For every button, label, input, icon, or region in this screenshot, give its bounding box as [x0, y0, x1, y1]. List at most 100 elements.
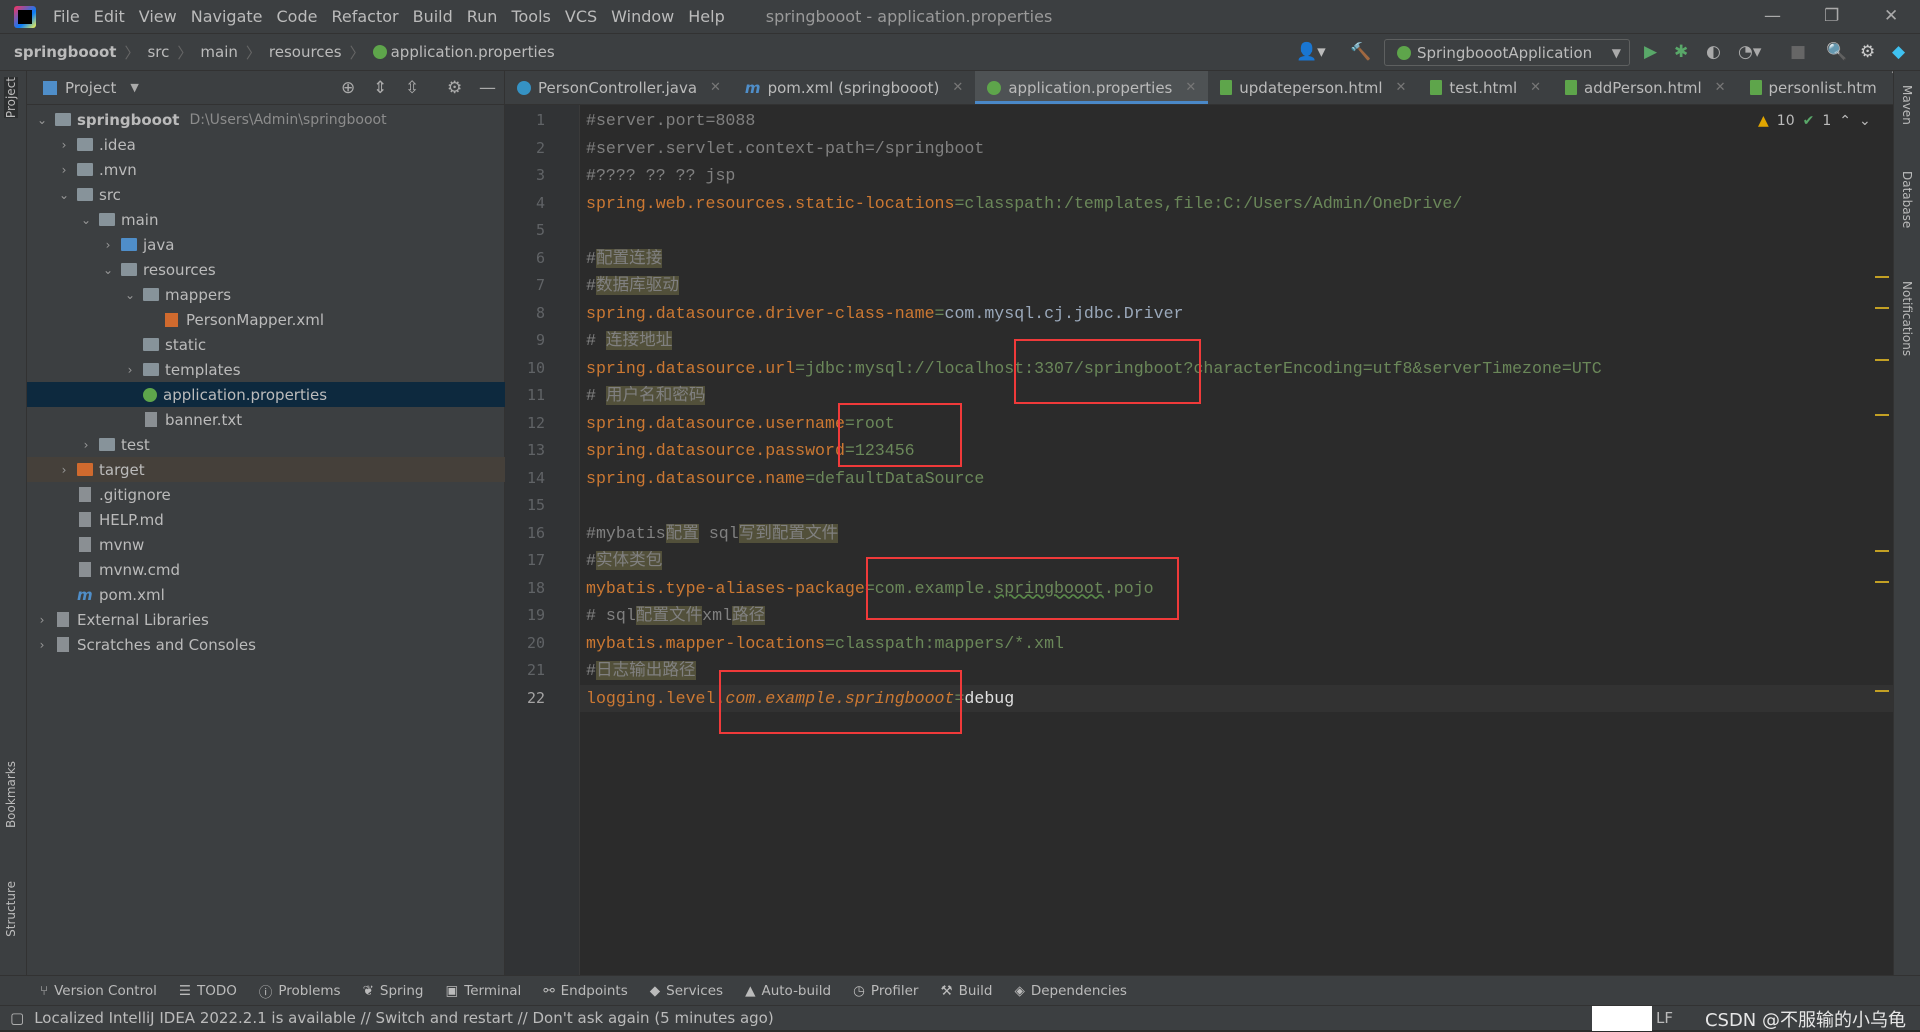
project-tool-button[interactable]: Project — [4, 77, 18, 119]
code-line[interactable]: #数据库驱动 — [586, 272, 679, 299]
code-line[interactable]: spring.datasource.driver-class-name=com.… — [586, 300, 1184, 327]
next-highlight-icon[interactable]: ⌄ — [1859, 113, 1871, 129]
expand-all-icon[interactable]: ⇕ — [373, 78, 387, 98]
close-tab-icon[interactable]: ✕ — [952, 80, 963, 95]
chevron-down-icon[interactable]: ▼ — [130, 81, 138, 94]
tree-item[interactable]: banner.txt — [27, 407, 505, 432]
code-line[interactable]: #配置连接 — [586, 245, 663, 272]
breadcrumb-src[interactable]: src — [147, 43, 169, 61]
editor-tab[interactable]: test.html ✕ — [1418, 71, 1553, 104]
close-tab-icon[interactable]: ✕ — [1185, 80, 1196, 95]
warning-stripe-marker[interactable] — [1875, 414, 1889, 416]
warning-stripe-marker[interactable] — [1875, 550, 1889, 552]
jetbrains-toolbox-icon[interactable]: ◆ — [1892, 42, 1905, 62]
tool-window-terminal[interactable]: ▣ Terminal — [445, 983, 521, 999]
editor-tab[interactable]: application.properties ✕ — [975, 71, 1209, 104]
tree-item[interactable]: ⌄ mappers — [27, 282, 505, 307]
warning-stripe-marker[interactable] — [1875, 690, 1889, 692]
close-tab-icon[interactable]: ✕ — [1530, 80, 1541, 95]
tree-item[interactable]: ⌄ main — [27, 207, 505, 232]
coverage-icon[interactable]: ◐ — [1706, 42, 1721, 62]
breadcrumb-resources[interactable]: resources — [269, 43, 342, 61]
search-icon[interactable]: 🔍 — [1826, 42, 1847, 62]
tool-window-services[interactable]: ◆ Services — [650, 983, 723, 999]
menu-build[interactable]: Build — [406, 7, 460, 26]
chevron-right-icon[interactable]: › — [79, 438, 93, 452]
editor-tab[interactable]: personlist.htm — [1738, 71, 1889, 104]
project-view-selector[interactable]: Project — [65, 79, 116, 97]
breadcrumb-file[interactable]: application.properties — [391, 43, 555, 61]
chevron-down-icon[interactable]: ⌄ — [57, 188, 71, 202]
tree-item[interactable]: .gitignore — [27, 482, 505, 507]
menu-refactor[interactable]: Refactor — [324, 7, 405, 26]
menu-vcs[interactable]: VCS — [558, 7, 604, 26]
tree-item[interactable]: › target — [27, 457, 505, 482]
previous-highlight-icon[interactable]: ⌃ — [1839, 113, 1851, 129]
status-message[interactable]: Localized IntelliJ IDEA 2022.2.1 is avai… — [34, 1009, 774, 1027]
menu-code[interactable]: Code — [270, 7, 325, 26]
menu-file[interactable]: File — [46, 7, 87, 26]
structure-tool-button[interactable]: Structure — [4, 881, 18, 937]
tool-window-build[interactable]: ⚒ Build — [940, 983, 992, 999]
debug-icon[interactable]: ✱ — [1674, 42, 1688, 62]
run-configuration-dropdown[interactable]: SpringboootApplication ▼ — [1384, 39, 1630, 66]
code-line[interactable]: #日志输出路径 — [586, 657, 696, 684]
tree-item[interactable]: HELP.md — [27, 507, 505, 532]
tree-item[interactable]: mvnw — [27, 532, 505, 557]
maven-tool-button[interactable]: Maven — [1900, 85, 1914, 125]
warning-stripe-marker[interactable] — [1875, 276, 1889, 278]
breadcrumb-project[interactable]: springbooot — [14, 43, 116, 61]
chevron-right-icon[interactable]: › — [57, 138, 71, 152]
editor-tab[interactable]: PersonController.java ✕ — [505, 71, 733, 104]
tool-window-spring[interactable]: ❦ Spring — [363, 983, 424, 999]
close-tab-icon[interactable]: ✕ — [710, 80, 721, 95]
code-line[interactable]: mybatis.mapper-locations=classpath:mappe… — [586, 630, 1064, 657]
tool-window-profiler[interactable]: ◷ Profiler — [853, 983, 918, 999]
tree-item[interactable]: › External Libraries — [27, 607, 505, 632]
tool-window-version-control[interactable]: ⑂ Version Control — [40, 983, 157, 999]
editor-tab[interactable]: updateperson.html ✕ — [1208, 71, 1418, 104]
code-editor[interactable]: #server.port=8088 #server.servlet.context… — [580, 105, 1893, 975]
chevron-down-icon[interactable]: ⌄ — [101, 263, 115, 277]
tree-item[interactable]: mvnw.cmd — [27, 557, 505, 582]
code-line[interactable]: #???? ?? ?? jsp — [586, 162, 735, 189]
profile-icon[interactable]: ◔▾ — [1738, 42, 1761, 62]
close-tab-icon[interactable]: ✕ — [1395, 80, 1406, 95]
code-line[interactable]: spring.datasource.name=defaultDataSource — [586, 465, 984, 492]
database-tool-button[interactable]: Database — [1900, 171, 1914, 228]
chevron-right-icon[interactable]: › — [57, 163, 71, 177]
bookmarks-tool-button[interactable]: Bookmarks — [4, 761, 18, 828]
breadcrumb-main[interactable]: main — [200, 43, 237, 61]
run-icon[interactable]: ▶ — [1644, 42, 1657, 62]
settings-gear-icon[interactable]: ⚙ — [447, 78, 462, 98]
chevron-right-icon[interactable]: › — [57, 463, 71, 477]
close-button[interactable]: ✕ — [1884, 6, 1898, 26]
menu-tools[interactable]: Tools — [504, 7, 557, 26]
tree-item[interactable]: › .mvn — [27, 157, 505, 182]
inspection-widget[interactable]: ▲ 10 ✔ 1 ⌃ ⌄ — [1758, 113, 1871, 129]
notifications-tool-button[interactable]: Notifications — [1900, 281, 1914, 356]
chevron-right-icon[interactable]: › — [35, 638, 49, 652]
code-line[interactable]: #server.servlet.context-path=/springboot — [586, 135, 984, 162]
stop-icon[interactable]: ■ — [1790, 42, 1806, 62]
build-hammer-icon[interactable]: 🔨 — [1350, 42, 1371, 62]
menu-window[interactable]: Window — [604, 7, 681, 26]
close-tab-icon[interactable]: ✕ — [1715, 80, 1726, 95]
tree-item[interactable]: static — [27, 332, 505, 357]
tool-window-problems[interactable]: ⓘ Problems — [259, 981, 341, 1001]
code-line[interactable]: #实体类包 — [586, 547, 663, 574]
user-icon[interactable]: 👤▾ — [1296, 42, 1326, 62]
chevron-down-icon[interactable]: ⌄ — [35, 113, 49, 127]
tool-window-endpoints[interactable]: ⚯ Endpoints — [543, 983, 627, 999]
tree-item[interactable]: application.properties — [27, 382, 505, 407]
settings-gear-icon[interactable]: ⚙ — [1860, 42, 1875, 62]
line-separator[interactable]: LF — [1656, 1009, 1673, 1027]
editor-tab[interactable]: addPerson.html ✕ — [1553, 71, 1737, 104]
menu-run[interactable]: Run — [460, 7, 505, 26]
warning-stripe-marker[interactable] — [1875, 581, 1889, 583]
editor-tab[interactable]: m pom.xml (springbooot) ✕ — [733, 71, 975, 104]
warning-stripe-marker[interactable] — [1875, 359, 1889, 361]
chevron-right-icon[interactable]: › — [123, 363, 137, 377]
chevron-down-icon[interactable]: ⌄ — [123, 288, 137, 302]
tool-window-dependencies[interactable]: ◈ Dependencies — [1014, 983, 1126, 999]
